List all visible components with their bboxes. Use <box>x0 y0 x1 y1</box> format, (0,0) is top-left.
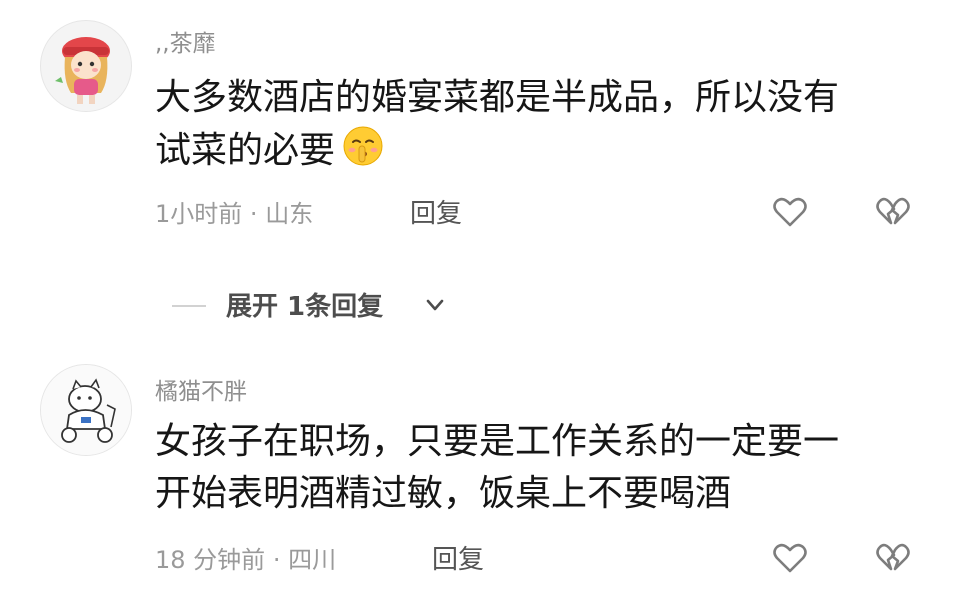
broken-heart-icon <box>876 197 910 225</box>
reply-button[interactable]: 回复 <box>432 539 484 576</box>
username[interactable]: ,,茶靡 <box>155 24 216 58</box>
dislike-button[interactable] <box>873 192 913 232</box>
like-button[interactable] <box>770 538 810 578</box>
expand-divider <box>172 305 206 307</box>
username[interactable]: 橘猫不胖 <box>155 372 247 406</box>
expand-replies[interactable]: 展开 1条回复 <box>172 286 492 326</box>
comment-meta: 1小时前 · 山东 <box>155 194 313 229</box>
dislike-button[interactable] <box>873 538 913 578</box>
heart-outline-icon <box>773 197 807 227</box>
avatar[interactable] <box>40 364 132 456</box>
timestamp: 18 分钟前 <box>155 546 266 574</box>
comment-text-line-1: 大多数酒店的婚宴菜都是半成品，所以没有 <box>155 77 840 118</box>
like-button[interactable] <box>770 192 810 232</box>
timestamp: 1小时前 <box>155 200 243 228</box>
separator-dot: · <box>249 200 258 228</box>
comment-meta: 18 分钟前 · 四川 <box>155 540 336 575</box>
avatar[interactable] <box>40 20 132 112</box>
comment-text-line-2-text: 试菜的必要 <box>155 130 336 171</box>
comment-1: ,,茶靡 大多数酒店的婚宴菜都是半成品，所以没有 试菜的必要 1小时前 · 山东… <box>0 0 953 260</box>
expand-replies-label[interactable]: 展开 1条回复 <box>226 286 383 323</box>
chevron-down-icon[interactable] <box>424 294 446 316</box>
cat-scooter-avatar-icon <box>41 365 131 455</box>
comment-text-line-2: 开始表明酒精过敏，饭桌上不要喝酒 <box>155 473 732 514</box>
comment-text: 女孩子在职场，只要是工作关系的一定要一 开始表明酒精过敏，饭桌上不要喝酒 <box>155 416 839 520</box>
shushing-face-emoji-icon <box>343 126 383 166</box>
comment-2: 橘猫不胖 女孩子在职场，只要是工作关系的一定要一 开始表明酒精过敏，饭桌上不要喝… <box>0 350 953 600</box>
heart-outline-icon <box>773 543 807 573</box>
location: 山东 <box>265 200 314 228</box>
comment-text: 大多数酒店的婚宴菜都是半成品，所以没有 试菜的必要 <box>155 72 839 177</box>
comment-text-line-1: 女孩子在职场，只要是工作关系的一定要一 <box>155 421 840 462</box>
location: 四川 <box>288 546 337 574</box>
girl-avatar-icon <box>55 37 110 104</box>
comment-text-line-2: 试菜的必要 <box>155 124 839 177</box>
reply-button[interactable]: 回复 <box>410 193 462 230</box>
broken-heart-icon <box>876 543 910 571</box>
separator-dot: · <box>272 546 281 574</box>
